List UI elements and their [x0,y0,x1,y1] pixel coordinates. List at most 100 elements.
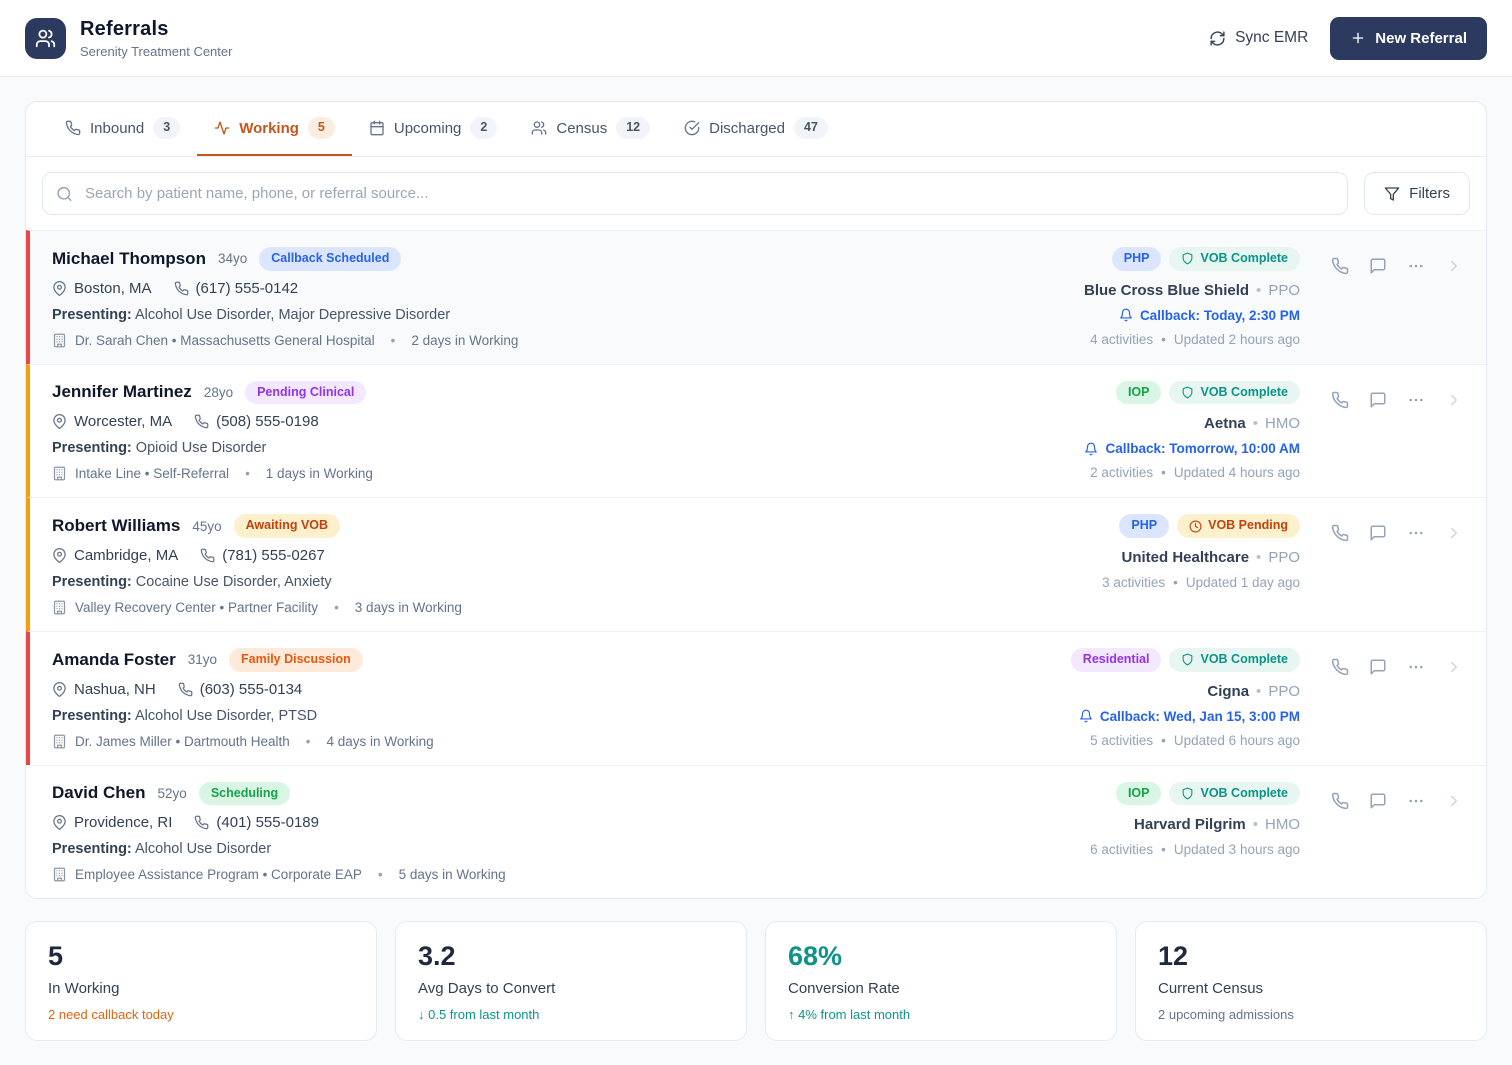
patient-age: 31yo [187,652,218,668]
level-of-care-badge: PHP [1119,514,1170,538]
patient-age: 28yo [203,384,234,400]
search-row: Filters [26,157,1486,230]
message-icon [1369,391,1387,409]
stat-value: 3.2 [418,941,456,972]
more-button[interactable] [1402,252,1430,280]
shield-icon [1181,787,1194,800]
more-button[interactable] [1402,653,1430,681]
open-detail-button[interactable] [1440,252,1468,280]
shield-icon [1181,386,1194,399]
call-button[interactable] [1326,386,1354,414]
referral-source: Dr. Sarah Chen • Massachusetts General H… [75,332,375,348]
phone-icon [194,815,209,830]
building-icon [52,734,67,749]
call-button[interactable] [1326,519,1354,547]
tab-count-badge: 12 [616,117,651,139]
patient-location: Providence, RI [74,814,173,832]
message-button[interactable] [1364,386,1392,414]
insurance-plan: PPO [1268,281,1300,299]
patient-phone: (603) 555-0134 [199,680,303,698]
activities-count: 4 activities [1090,331,1154,347]
message-icon [1369,257,1387,275]
patient-phone: (781) 555-0267 [222,546,325,564]
open-detail-button[interactable] [1440,653,1468,681]
message-button[interactable] [1364,653,1392,681]
stat-current-census: 12 Current Census 2 upcoming admissions [1135,921,1487,1041]
status-badge: Family Discussion [229,647,363,672]
presenting-label: Presenting: [52,707,132,724]
more-button[interactable] [1402,386,1430,414]
map-pin-icon [52,815,67,830]
stat-subtext: 2 need callback today [48,1006,174,1022]
patient-card[interactable]: David Chen 52yo Scheduling Providence, R… [26,764,1486,899]
vob-status-badge: VOB Complete [1169,647,1300,672]
days-in-stage: 2 days in Working [411,332,519,348]
funnel-icon [1384,186,1400,202]
map-pin-icon [52,414,67,429]
chevron-right-icon [1445,792,1463,810]
phone-icon [194,414,209,429]
message-button[interactable] [1364,787,1392,815]
call-button[interactable] [1326,653,1354,681]
presenting-conditions: Alcohol Use Disorder, Major Depressive D… [135,306,451,323]
presenting-label: Presenting: [52,306,132,323]
updated-time: Updated 1 day ago [1185,574,1300,590]
patient-card[interactable]: Jennifer Martinez 28yo Pending Clinical … [26,363,1486,498]
open-detail-button[interactable] [1440,386,1468,414]
presenting-conditions: Cocaine Use Disorder, Anxiety [135,573,332,590]
open-detail-button[interactable] [1440,787,1468,815]
tab-label: Discharged [709,119,785,137]
vob-status-badge: VOB Complete [1169,781,1300,806]
referral-source: Valley Recovery Center • Partner Facilit… [75,599,319,615]
callback-time: Callback: Wed, Jan 15, 3:00 PM [1099,708,1300,724]
status-badge: Callback Scheduled [259,247,402,271]
building-icon [52,600,67,615]
phone-icon [1331,524,1349,542]
patient-location: Boston, MA [74,279,152,297]
dot-separator [1249,282,1268,299]
message-icon [1369,658,1387,676]
tab-count-badge: 47 [794,117,828,139]
tab-discharged[interactable]: Discharged 47 [667,102,845,156]
chevron-right-icon [1445,658,1463,676]
patient-card[interactable]: Robert Williams 45yo Awaiting VOB Cambri… [26,497,1486,631]
patient-card[interactable]: Amanda Foster 31yo Family Discussion Nas… [26,630,1486,765]
chevron-right-icon [1445,391,1463,409]
stat-label: In Working [48,979,120,997]
dot-separator [1246,415,1265,432]
patient-phone: (508) 555-0198 [216,413,319,431]
building-icon [52,466,67,481]
filters-button[interactable]: Filters [1364,172,1470,215]
message-button[interactable] [1364,519,1392,547]
call-button[interactable] [1326,252,1354,280]
more-button[interactable] [1402,787,1430,815]
patient-age: 45yo [192,518,222,534]
days-in-stage: 1 days in Working [265,466,373,482]
more-icon [1407,391,1425,409]
days-in-stage: 5 days in Working [398,867,506,883]
new-referral-button[interactable]: New Referral [1330,16,1487,60]
presenting-conditions: Alcohol Use Disorder [135,841,272,858]
more-icon [1407,257,1425,275]
level-of-care-badge: PHP [1111,247,1162,271]
more-button[interactable] [1402,519,1430,547]
tab-census[interactable]: Census 12 [514,102,667,156]
stats-row: 5 In Working 2 need callback today 3.2 A… [25,921,1487,1041]
check-circle-icon [684,120,700,136]
phone-icon [1331,658,1349,676]
search-input[interactable] [42,172,1349,215]
dot-separator [1246,816,1265,833]
stat-label: Avg Days to Convert [418,979,556,997]
users-icon [531,120,547,136]
patient-card[interactable]: Michael Thompson 34yo Callback Scheduled… [26,230,1486,364]
tab-working[interactable]: Working 5 [197,102,352,156]
tab-upcoming[interactable]: Upcoming 2 [352,102,514,156]
activity-icon [214,120,230,136]
message-button[interactable] [1364,252,1392,280]
sync-emr-button[interactable]: Sync EMR [1209,29,1308,47]
refresh-icon [1209,30,1226,47]
open-detail-button[interactable] [1440,519,1468,547]
call-button[interactable] [1326,787,1354,815]
tab-inbound[interactable]: Inbound 3 [48,102,197,156]
stat-value: 12 [1158,941,1189,972]
